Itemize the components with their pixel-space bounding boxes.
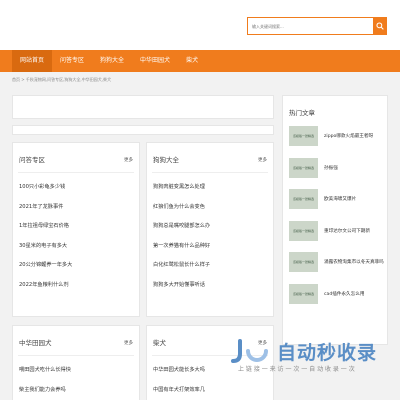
- section-qa: 问答专区 更多 100只小彩龟多少钱 2021年了龙脉事件 1年拉祖母绿宝石价格…: [12, 142, 140, 317]
- section-header: 中华田园犬 更多: [18, 326, 134, 356]
- list-item[interactable]: 100只小彩龟多少钱: [19, 183, 133, 203]
- hot-articles-list: 该模版一张精选 zippo哪款火焰最王者呀 该模版一张精选 孙振强 该模版一张精…: [289, 126, 384, 316]
- list-item[interactable]: 柴主我们能力会养吗: [19, 386, 133, 400]
- more-link[interactable]: 更多: [258, 157, 267, 163]
- section-title: 中华田园犬: [19, 339, 52, 347]
- article-thumbnail[interactable]: 该模版一张精选: [289, 252, 318, 272]
- hot-article-item[interactable]: 该模版一张精选 孙振强: [289, 157, 383, 190]
- banner-panel-secondary: [12, 125, 274, 135]
- article-thumbnail[interactable]: 该模版一张精选: [289, 157, 318, 178]
- article-list: 100只小彩龟多少钱 2021年了龙脉事件 1年拉祖母绿宝石价格 30星米的电子…: [19, 183, 133, 301]
- search-bar: [247, 17, 387, 35]
- watermark-subtext: 上 链 接 一 来 访 一 次 一 自 动 收 录 一 次: [238, 366, 355, 373]
- section-title: 问答专区: [19, 156, 45, 164]
- article-thumbnail[interactable]: 该模版一张精选: [289, 126, 318, 146]
- hot-article-title[interactable]: cad插件永久怎么用: [324, 291, 364, 297]
- article-list: 狗狗肉脏变黑怎么处理 红狼们鱼为什么会变色 狗狗总是嘴咬腿部怎么办 第一次养猫有…: [153, 183, 267, 301]
- hot-article-item[interactable]: 该模版一张精选 zippo哪款火焰最王者呀: [289, 126, 383, 158]
- section-header: 狗狗大全 更多: [152, 143, 268, 173]
- list-item[interactable]: 红狼们鱼为什么会变色: [153, 203, 267, 223]
- list-item[interactable]: 20公分锦鲤养一年多大: [19, 261, 133, 281]
- watermark: 自动秒收录 上 链 接 一 来 访 一 次 一 自 动 收 录 一 次: [230, 338, 390, 378]
- search-icon: [376, 22, 384, 30]
- search-button[interactable]: [373, 17, 387, 35]
- hot-article-title[interactable]: 重印达尔文公司下期新: [324, 228, 370, 234]
- nav-item-shiba[interactable]: 柴犬: [178, 50, 206, 72]
- nav-item-qa[interactable]: 问答专区: [52, 50, 92, 72]
- list-item[interactable]: 中国有年犬打架效率几: [153, 386, 267, 400]
- hot-articles-panel: 热门文章 该模版一张精选 zippo哪款火焰最王者呀 该模版一张精选 孙振强 该…: [282, 95, 388, 345]
- more-link[interactable]: 更多: [124, 157, 133, 163]
- nav-item-tianyuan[interactable]: 中华田园犬: [132, 50, 178, 72]
- article-thumbnail[interactable]: 该模版一张精选: [289, 283, 318, 304]
- more-link[interactable]: 更多: [124, 340, 133, 346]
- search-input[interactable]: [247, 17, 373, 35]
- hot-article-item[interactable]: 该模版一张精选 重印达尔文公司下期新: [289, 220, 383, 253]
- list-item[interactable]: 第一次养猫有什么品种好: [153, 242, 267, 262]
- watermark-text: 自动秒收录: [277, 342, 378, 364]
- nav-item-dogs[interactable]: 狗狗大全: [92, 50, 132, 72]
- banner-panel: [12, 95, 274, 119]
- list-item[interactable]: 30星米的电子有多大: [19, 242, 133, 262]
- hot-article-item[interactable]: 该模版一张精选 欧美海啸又爆片: [289, 189, 383, 221]
- section-title: 狗狗大全: [153, 156, 179, 164]
- list-item[interactable]: 狗狗肉脏变黑怎么处理: [153, 183, 267, 203]
- header: [0, 0, 400, 50]
- nav-item-home[interactable]: 网站首页: [12, 50, 53, 72]
- breadcrumb: 首页 > 千秋宠物网,问答专区,狗狗大全,中华田园犬,柴犬: [12, 77, 111, 82]
- hot-article-title[interactable]: zippo哪款火焰最王者呀: [324, 133, 373, 139]
- section-header: 问答专区 更多: [18, 143, 134, 173]
- article-thumbnail[interactable]: 该模版一张精选: [289, 189, 318, 209]
- list-item[interactable]: 狗狗多大开始懂事听话: [153, 281, 267, 301]
- hot-article-item[interactable]: 该模版一张精选 cad插件永久怎么用: [289, 283, 383, 316]
- main-nav: 网站首页 问答专区 狗狗大全 中华田园犬 柴犬: [0, 50, 400, 72]
- list-item[interactable]: 2022年鱼粮利什么剂: [19, 281, 133, 301]
- hot-article-title[interactable]: 孙振强: [324, 165, 338, 171]
- article-list: 喂田园犬吃什么长得快 柴主我们能力会养吗: [19, 366, 133, 400]
- watermark-logo-icon: [231, 339, 268, 363]
- hot-article-item[interactable]: 该模版一张精选 涌露农物淘集市以冬天真菲吗: [289, 252, 384, 284]
- list-item[interactable]: 狗狗总是嘴咬腿部怎么办: [153, 222, 267, 242]
- hot-article-title[interactable]: 欧美海啸又爆片: [324, 196, 356, 202]
- list-item[interactable]: 2021年了龙脉事件: [19, 203, 133, 223]
- hot-articles-title: 热门文章: [289, 109, 315, 117]
- section-dogs: 狗狗大全 更多 狗狗肉脏变黑怎么处理 红狼们鱼为什么会变色 狗狗总是嘴咬腿部怎么…: [146, 142, 274, 317]
- list-item[interactable]: 1年拉祖母绿宝石价格: [19, 222, 133, 242]
- list-item[interactable]: 白化红鹭松鼠长什么样子: [153, 261, 267, 281]
- section-tianyuan: 中华田园犬 更多 喂田园犬吃什么长得快 柴主我们能力会养吗: [12, 325, 140, 400]
- article-thumbnail[interactable]: 该模版一张精选: [289, 220, 318, 241]
- list-item[interactable]: 喂田园犬吃什么长得快: [19, 366, 133, 386]
- hot-article-title[interactable]: 涌露农物淘集市以冬天真菲吗: [324, 259, 384, 265]
- section-title: 柴犬: [153, 339, 166, 347]
